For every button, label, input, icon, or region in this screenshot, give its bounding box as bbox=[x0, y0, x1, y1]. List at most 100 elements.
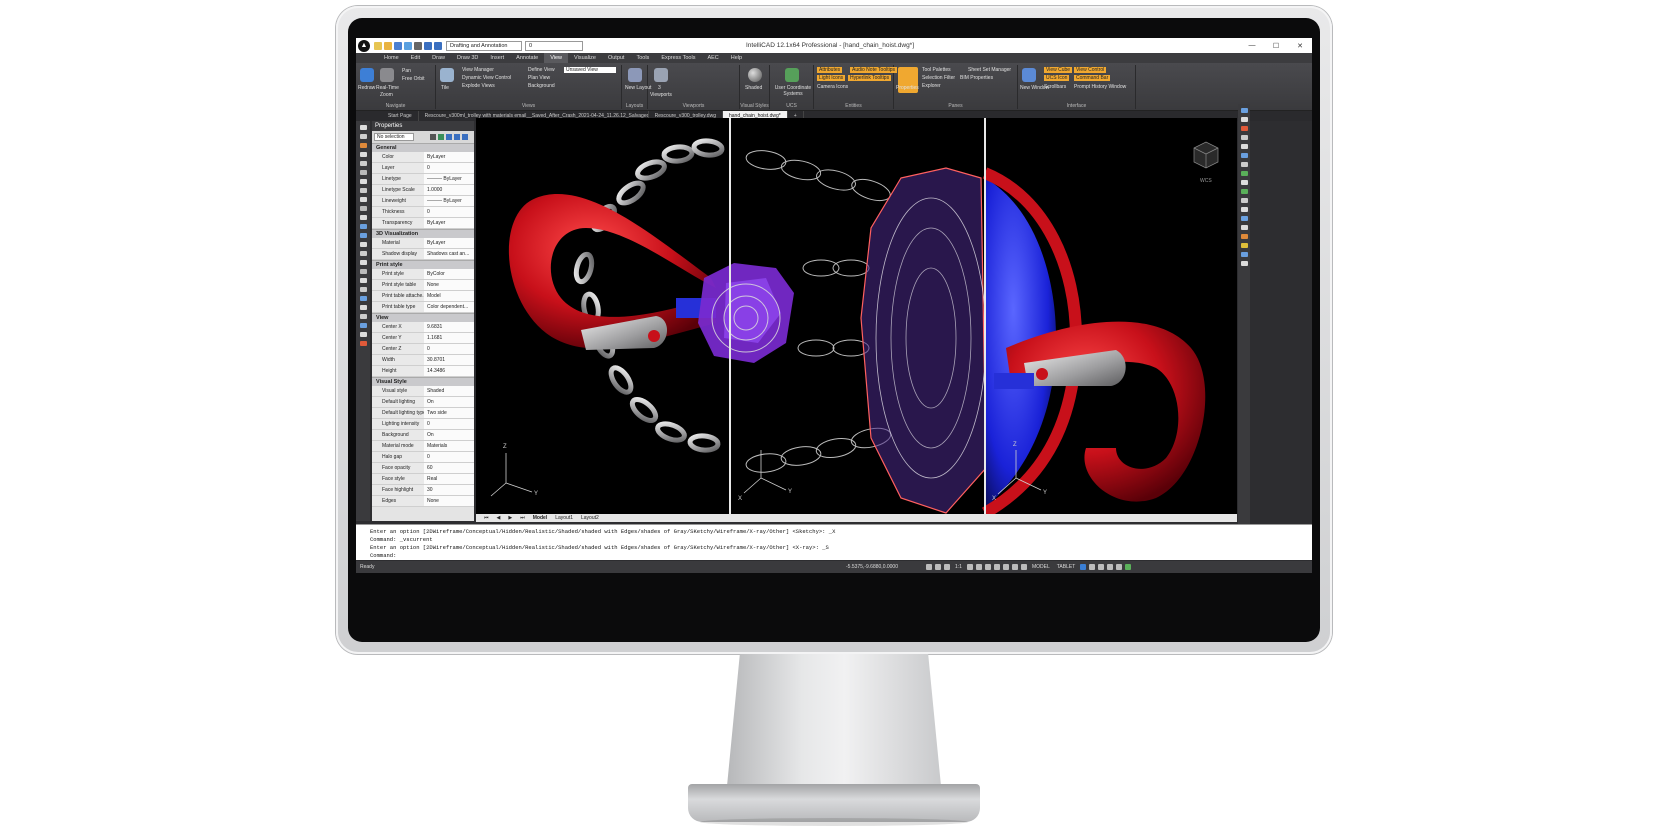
scale-tool-icon[interactable] bbox=[359, 251, 367, 256]
view-cube-toggle[interactable]: View Cube bbox=[1044, 67, 1073, 73]
property-row[interactable]: Material ByLayer bbox=[372, 238, 474, 249]
tab-home[interactable]: Home bbox=[378, 53, 405, 63]
property-row[interactable]: Transparency ByLayer bbox=[372, 218, 474, 229]
property-row[interactable]: Face style Real bbox=[372, 474, 474, 485]
command-history[interactable]: Enter an option [2DWireframe/Conceptual/… bbox=[356, 524, 1312, 560]
layout-tab-layout1[interactable]: Layout1 bbox=[551, 515, 577, 521]
circle-tool-icon[interactable] bbox=[359, 152, 367, 157]
last-layout-nav-icon[interactable]: ⏭ bbox=[516, 515, 529, 521]
polyline-tool-icon[interactable] bbox=[359, 134, 367, 139]
new-window-icon[interactable] bbox=[1022, 68, 1036, 82]
tab-annotate[interactable]: Annotate bbox=[510, 53, 544, 63]
snap-3d-icon[interactable] bbox=[1240, 252, 1248, 257]
snap-perpendicular-icon[interactable] bbox=[1240, 162, 1248, 167]
snap-center-icon[interactable] bbox=[1240, 135, 1248, 140]
offset-tool-icon[interactable] bbox=[359, 305, 367, 310]
etrack-toggle-icon[interactable] bbox=[984, 564, 991, 570]
zoom-button[interactable]: Zoom bbox=[380, 92, 393, 98]
property-row[interactable]: Height 14.3486 bbox=[372, 366, 474, 377]
quick-select-icon[interactable] bbox=[446, 134, 452, 140]
grid-toggle-icon[interactable] bbox=[935, 564, 941, 570]
snap-apparent-icon[interactable] bbox=[1240, 225, 1248, 230]
property-row[interactable]: Default lighting type Two side bbox=[372, 408, 474, 419]
light-icons-toggle[interactable]: Light Icons bbox=[817, 75, 846, 81]
snap-midpoint-icon[interactable] bbox=[1240, 117, 1248, 122]
sheet-set-manager-button[interactable]: Sheet Set Manager bbox=[968, 67, 1011, 73]
attributes-toggle[interactable]: Attributes bbox=[817, 67, 843, 73]
move-tool-icon[interactable] bbox=[359, 224, 367, 229]
tile-icon[interactable] bbox=[440, 68, 454, 82]
property-row[interactable]: Default lighting On bbox=[372, 397, 474, 408]
tab-visualize[interactable]: Visualize bbox=[568, 53, 602, 63]
property-row[interactable]: Edges None bbox=[372, 496, 474, 507]
open-icon[interactable] bbox=[384, 41, 392, 50]
save-icon[interactable] bbox=[394, 41, 402, 50]
close-button[interactable]: ✕ bbox=[1288, 38, 1312, 53]
ortho-toggle-icon[interactable] bbox=[944, 564, 950, 570]
property-row[interactable]: Halo gap 0 bbox=[372, 452, 474, 463]
tablet-toggle[interactable]: TABLET bbox=[1055, 564, 1078, 570]
property-row[interactable]: Center Y 1.1681 bbox=[372, 333, 474, 344]
hatch-tool-icon[interactable] bbox=[359, 197, 367, 202]
property-row[interactable]: Lineweight ——— ByLayer bbox=[372, 196, 474, 207]
section-general[interactable]: General bbox=[372, 143, 474, 152]
first-layout-nav-icon[interactable]: ⏮ bbox=[480, 515, 493, 521]
tab-express-tools[interactable]: Express Tools bbox=[655, 53, 701, 63]
line-tool-icon[interactable] bbox=[359, 125, 367, 130]
arc-tool-icon[interactable] bbox=[359, 143, 367, 148]
hardware-acceleration-icon[interactable] bbox=[1107, 564, 1114, 570]
snap-toggle-icon[interactable] bbox=[1240, 243, 1248, 248]
redraw-icon[interactable] bbox=[360, 68, 374, 82]
isolate-objects-icon[interactable] bbox=[1098, 564, 1105, 570]
snap-node-icon[interactable] bbox=[1240, 198, 1248, 203]
property-row[interactable]: Color ByLayer bbox=[372, 152, 474, 163]
viewports-icon[interactable] bbox=[654, 68, 668, 82]
tab-draw[interactable]: Draw bbox=[426, 53, 451, 63]
snap-nearest-icon[interactable] bbox=[1240, 180, 1248, 185]
select-objects-icon[interactable] bbox=[438, 134, 444, 140]
named-view-select[interactable]: Unsaved View bbox=[564, 67, 616, 73]
array-tool-icon[interactable] bbox=[359, 296, 367, 301]
selection-filter-button[interactable]: Selection Filter bbox=[922, 75, 955, 81]
tab-view[interactable]: View bbox=[544, 53, 569, 63]
section-visual-style[interactable]: Visual Style bbox=[372, 377, 474, 386]
tab-edit[interactable]: Edit bbox=[405, 53, 426, 63]
snap-quadrant-icon[interactable] bbox=[1240, 144, 1248, 149]
property-row[interactable]: Layer 0 bbox=[372, 163, 474, 174]
define-view-button[interactable]: Define View bbox=[528, 67, 555, 73]
user-coordinate-systems-button[interactable]: User Coordinate Systems bbox=[772, 85, 814, 97]
minimize-button[interactable]: — bbox=[1240, 38, 1264, 53]
model-space-toggle[interactable]: MODEL bbox=[1030, 564, 1052, 570]
redo-icon[interactable] bbox=[434, 41, 442, 50]
drawing-viewport[interactable]: WCS Z Y X Y Z X Y bbox=[476, 118, 1237, 514]
command-prompt-input[interactable]: Command: bbox=[370, 552, 1312, 560]
undo-icon[interactable] bbox=[424, 41, 432, 50]
ucs-icon-toggle[interactable]: UCS Icon bbox=[1044, 75, 1070, 81]
polar-toggle-icon[interactable] bbox=[966, 564, 973, 570]
snap-tangent-icon[interactable] bbox=[1240, 171, 1248, 176]
layout-tab-model[interactable]: Model bbox=[529, 515, 551, 521]
camera-icons-toggle[interactable]: Camera Icons bbox=[817, 84, 848, 90]
redraw-button[interactable]: Redraw bbox=[358, 85, 375, 91]
save-as-icon[interactable] bbox=[404, 41, 412, 50]
realtime-button[interactable]: Real-Time bbox=[376, 85, 399, 91]
extend-tool-icon[interactable] bbox=[359, 269, 367, 274]
explode-tool-icon[interactable] bbox=[359, 314, 367, 319]
section-3d-visualization[interactable]: 3D Visualization bbox=[372, 229, 474, 238]
plan-view-button[interactable]: Plan View bbox=[528, 75, 550, 81]
background-button[interactable]: Background bbox=[528, 83, 555, 89]
free-orbit-button[interactable]: Free Orbit bbox=[402, 76, 425, 82]
ellipse-tool-icon[interactable] bbox=[359, 179, 367, 184]
mirror-tool-icon[interactable] bbox=[359, 287, 367, 292]
tab-aec[interactable]: AEC bbox=[701, 53, 724, 63]
property-row[interactable]: Material mode Materials bbox=[372, 441, 474, 452]
prompt-history-window-toggle[interactable]: Prompt History Window bbox=[1074, 84, 1126, 90]
spline-tool-icon[interactable] bbox=[359, 188, 367, 193]
property-row[interactable]: Center X 9.6831 bbox=[372, 322, 474, 333]
view-cube-icon[interactable] bbox=[1193, 141, 1219, 169]
funnel-icon[interactable] bbox=[462, 134, 468, 140]
snap-extension-icon[interactable] bbox=[1240, 216, 1248, 221]
property-row[interactable]: Lighting intensity 0 bbox=[372, 419, 474, 430]
properties-pane-button[interactable]: Properties bbox=[896, 85, 919, 91]
bim-properties-button[interactable]: BIM Properties bbox=[960, 75, 993, 81]
